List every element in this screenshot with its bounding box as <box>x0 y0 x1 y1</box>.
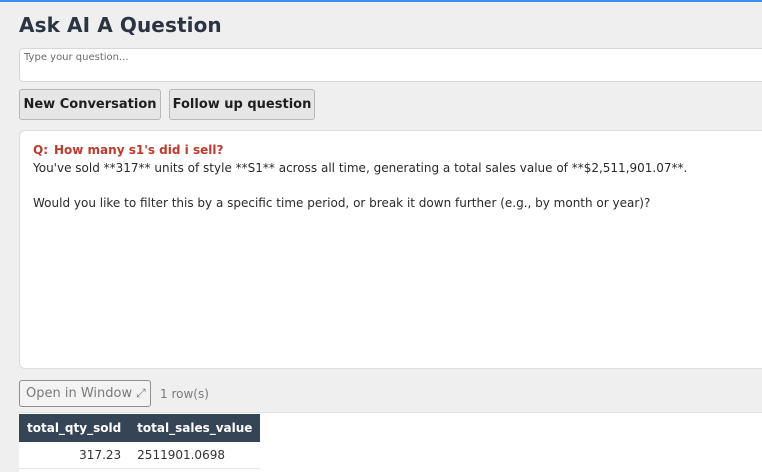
answer-question: Q: How many s1's did i sell? <box>33 143 223 157</box>
table-header-row: total_qty_sold total_sales_value <box>19 414 261 442</box>
row-count: 1 row(s) <box>160 387 209 401</box>
open-in-window-label: Open in Window <box>26 386 133 401</box>
table-row: 317.23 2511901.0698 <box>19 442 261 469</box>
column-header-total-sales-value[interactable]: total_sales_value <box>129 414 261 442</box>
column-header-total-qty-sold[interactable]: total_qty_sold <box>19 414 130 442</box>
open-in-window-button[interactable]: Open in Window ⤢ <box>19 380 151 407</box>
question-text: How many s1's did i sell? <box>54 143 224 157</box>
top-accent-line <box>0 0 762 2</box>
cell-total-qty-sold: 317.23 <box>19 442 130 469</box>
question-prefix: Q: <box>33 143 48 157</box>
result-table-area: total_qty_sold total_sales_value 317.23 … <box>19 412 762 472</box>
question-input[interactable] <box>19 48 762 82</box>
result-table: total_qty_sold total_sales_value 317.23 … <box>19 414 261 469</box>
new-conversation-button[interactable]: New Conversation <box>19 89 161 120</box>
page-title: Ask AI A Question <box>19 13 222 37</box>
answer-response-line-2: Would you like to filter this by a speci… <box>33 196 651 210</box>
cell-total-sales-value: 2511901.0698 <box>129 442 261 469</box>
answer-panel: Q: How many s1's did i sell? You've sold … <box>19 130 762 369</box>
expand-icon: ⤢ <box>136 386 146 400</box>
answer-response-line-1: You've sold **317** units of style **S1*… <box>33 161 688 175</box>
follow-up-question-button[interactable]: Follow up question <box>169 89 315 120</box>
